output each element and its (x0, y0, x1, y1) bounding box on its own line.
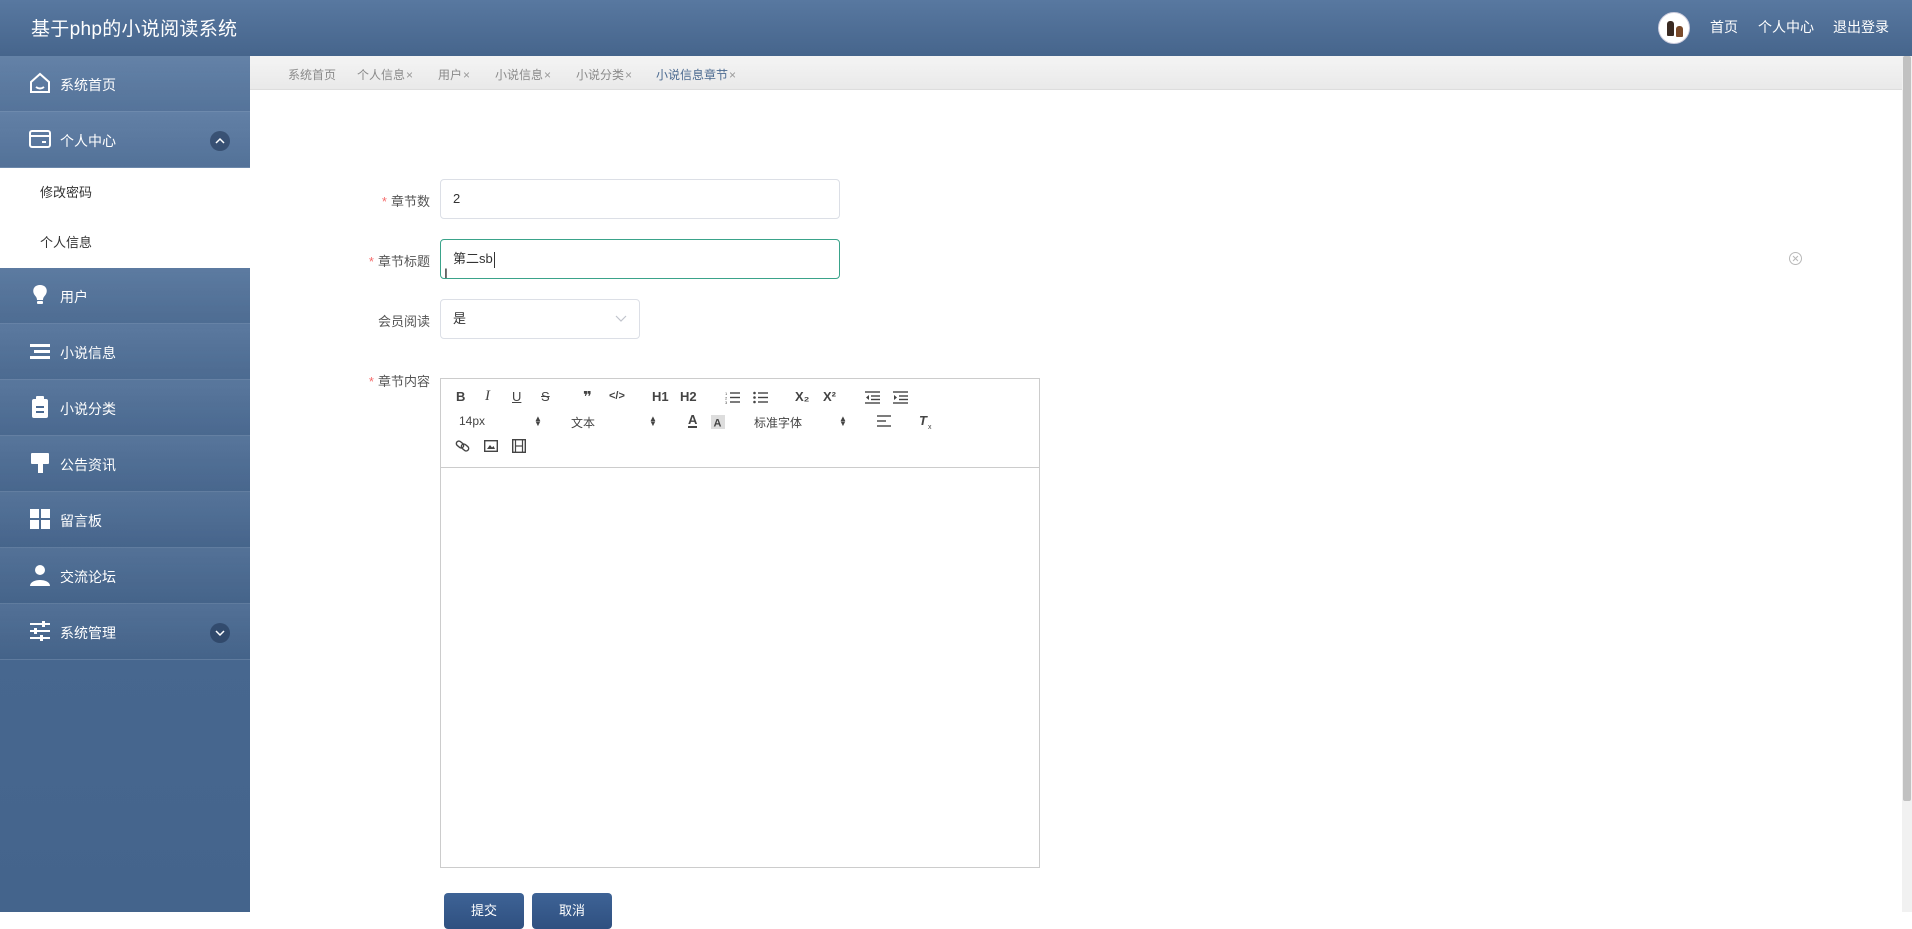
sidebar-item-label: 交流论坛 (60, 569, 116, 585)
sidebar-item-announcements[interactable]: 公告资讯 (0, 436, 250, 492)
tab-novel-chapter[interactable]: 小说信息章节× (656, 66, 736, 83)
select-arrows-icon: ▲ ▼ (839, 414, 847, 428)
chapter-title-input[interactable]: 第二sb (440, 239, 840, 279)
header-select[interactable]: 文本 (571, 414, 595, 431)
scrollbar-thumb[interactable] (1903, 56, 1911, 801)
card-icon (29, 130, 51, 148)
heading2-button[interactable]: H2 (680, 389, 697, 404)
tab-users[interactable]: 用户× (438, 66, 470, 83)
sidebar-item-message-board[interactable]: 留言板 (0, 492, 250, 548)
personal-center-submenu: 修改密码 个人信息 (0, 168, 250, 268)
cancel-button[interactable]: 取消 (532, 893, 612, 929)
sidebar-item-novel-category[interactable]: 小说分类 (0, 380, 250, 436)
close-icon[interactable]: × (463, 68, 470, 82)
sidebar-item-personal-center[interactable]: 个人中心 (0, 112, 250, 168)
svg-text:A: A (714, 418, 722, 430)
chapter-number-input[interactable]: 2 (440, 179, 840, 219)
tab-novel-category[interactable]: 小说分类× (576, 66, 632, 83)
sidebar-subitem-personal-info[interactable]: 个人信息 (0, 218, 250, 268)
tab-novel-info[interactable]: 小说信息× (495, 66, 551, 83)
sidebar-item-users[interactable]: 用户 (0, 268, 250, 324)
bullet-list-icon[interactable] (753, 391, 768, 404)
blockquote-button[interactable]: ❞ (583, 388, 592, 406)
video-icon[interactable] (512, 439, 526, 453)
close-icon[interactable]: × (406, 68, 413, 82)
avatar[interactable] (1658, 12, 1690, 44)
close-icon[interactable]: × (625, 68, 632, 82)
sidebar-item-label: 小说分类 (60, 401, 116, 417)
sidebar-item-novel-info[interactable]: 小说信息 (0, 324, 250, 380)
person-icon (30, 565, 50, 586)
brush-icon (31, 453, 49, 473)
vip-read-select[interactable]: 是 (440, 299, 640, 339)
editor-content-area[interactable] (441, 469, 1039, 867)
chevron-down-icon (615, 315, 627, 322)
sidebar: 系统首页 个人中心 修改密码 个人信息 用户 小说信息 小说分类 公告资讯 留言… (0, 56, 250, 912)
sidebar-item-label: 系统首页 (60, 77, 116, 93)
tab-system-home[interactable]: 系统首页 (288, 66, 336, 83)
indent-icon[interactable] (893, 391, 908, 404)
clipboard-icon (32, 396, 48, 418)
sidebar-item-label: 公告资讯 (60, 457, 116, 473)
sidebar-item-system-management[interactable]: 系统管理 (0, 604, 250, 660)
svg-text:T: T (919, 414, 928, 428)
code-block-button[interactable]: </> (609, 390, 625, 402)
chapter-title-label: * 章节标题 (368, 254, 430, 269)
home-icon (30, 72, 50, 93)
grid-icon (30, 509, 50, 529)
i-beam-cursor-icon: I (444, 265, 448, 281)
sidebar-subitem-change-password[interactable]: 修改密码 (0, 168, 250, 218)
close-icon[interactable]: × (729, 68, 736, 82)
svg-text:x: x (928, 424, 932, 429)
list-icon (30, 344, 50, 359)
font-family-select[interactable]: 标准字体 (754, 414, 802, 431)
vip-read-label: 会员阅读 (377, 314, 430, 329)
close-icon[interactable]: × (544, 68, 551, 82)
tab-bar: 系统首页 个人信息× 用户× 小说信息× 小说分类× 小说信息章节× (250, 56, 1902, 90)
bold-button[interactable]: B (456, 389, 465, 404)
rich-text-editor: B I U S ❞ </> H1 H2 123 X₂ X² 14px ▲ ▼ 文本… (440, 378, 1040, 868)
nav-home-link[interactable]: 首页 (1710, 17, 1738, 37)
svg-text:3: 3 (725, 400, 728, 404)
superscript-button[interactable]: X² (823, 389, 836, 404)
heading1-button[interactable]: H1 (652, 389, 669, 404)
chapter-number-label: * 章节数 (381, 194, 430, 209)
submit-button[interactable]: 提交 (444, 893, 524, 929)
italic-button[interactable]: I (485, 388, 490, 405)
bulb-icon (33, 285, 47, 304)
sliders-icon (30, 621, 50, 641)
link-icon[interactable] (455, 439, 470, 453)
outdent-icon[interactable] (865, 391, 880, 404)
top-header: 基于php的小说阅读系统 首页 个人中心 退出登录 (0, 0, 1912, 56)
underline-button[interactable]: U (512, 389, 521, 404)
select-arrows-icon: ▲ ▼ (534, 414, 542, 428)
sidebar-item-label: 用户 (60, 289, 88, 305)
image-icon[interactable] (484, 440, 498, 452)
clear-format-icon[interactable]: Tx (919, 414, 935, 429)
strikethrough-button[interactable]: S (541, 389, 550, 404)
font-color-button[interactable]: A (688, 413, 698, 428)
chevron-down-icon[interactable] (210, 623, 230, 643)
chevron-up-icon[interactable] (210, 131, 230, 151)
chapter-content-label: * 章节内容 (368, 374, 430, 389)
sidebar-item-home[interactable]: 系统首页 (0, 56, 250, 112)
nav-logout-link[interactable]: 退出登录 (1833, 17, 1889, 37)
subscript-button[interactable]: X₂ (795, 389, 809, 404)
editor-toolbar: B I U S ❞ </> H1 H2 123 X₂ X² 14px ▲ ▼ 文本… (441, 379, 1039, 468)
nav-personal-center-link[interactable]: 个人中心 (1758, 17, 1814, 37)
font-size-select[interactable]: 14px (459, 414, 485, 428)
sidebar-item-label: 个人中心 (60, 133, 116, 149)
app-title: 基于php的小说阅读系统 (31, 19, 238, 40)
select-arrows-icon: ▲ ▼ (649, 414, 657, 428)
ordered-list-icon[interactable]: 123 (725, 391, 740, 404)
page-scrollbar[interactable] (1902, 56, 1912, 912)
sidebar-item-label: 系统管理 (60, 625, 116, 641)
clear-icon[interactable] (1789, 252, 1802, 265)
sidebar-item-label: 留言板 (60, 513, 102, 529)
background-color-icon[interactable]: A (711, 415, 725, 429)
sidebar-item-forum[interactable]: 交流论坛 (0, 548, 250, 604)
tab-personal-info[interactable]: 个人信息× (357, 66, 413, 83)
sidebar-item-label: 小说信息 (60, 345, 116, 361)
align-left-icon[interactable] (877, 415, 891, 427)
